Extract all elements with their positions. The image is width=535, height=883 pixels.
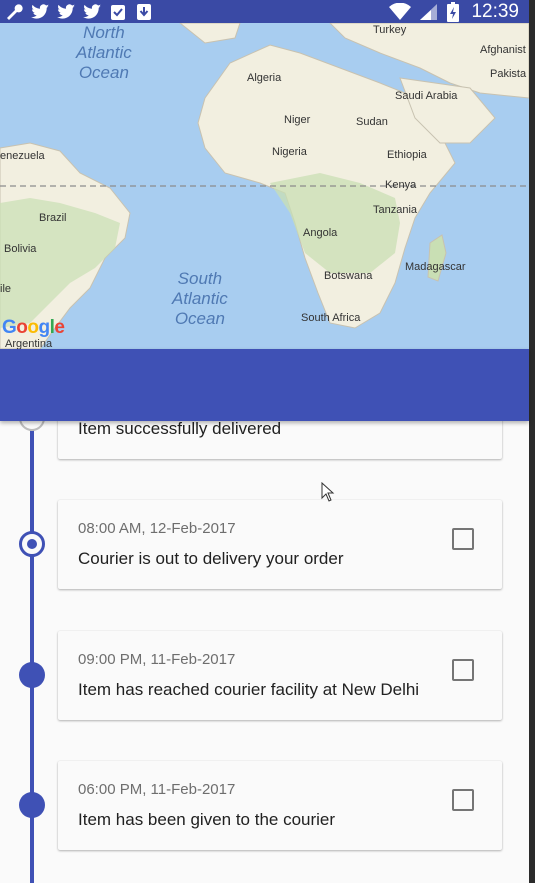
country-label: Turkey [373,24,407,36]
country-label: Tanzania [373,204,418,216]
twitter-icon [83,3,101,19]
timeline-message: Item successfully delivered [78,421,282,438]
timeline-card[interactable]: 08:00 AM, 12-Feb-2017 Courier is out to … [58,500,502,589]
signal-icon [420,3,438,20]
timeline-time: 08:00 AM, 12-Feb-2017 [78,520,236,537]
country-label: enezuela [0,150,45,162]
timeline-message: Item has reached courier facility at New… [78,680,420,699]
country-label: Botswana [324,270,373,282]
country-label: Nigeria [272,146,307,158]
timeline-message: Courier is out to delivery your order [78,549,344,568]
country-label: Ethiopia [387,149,427,161]
screen-edge [529,0,535,883]
timeline-checkbox[interactable] [452,659,474,681]
timeline-marker-completed [19,662,45,688]
timeline-card[interactable]: Item successfully delivered [58,421,502,459]
country-label: Madagascar [405,261,466,273]
wrench-icon [7,3,23,20]
timeline-marker-completed [19,792,45,818]
country-label: Saudi Arabia [395,90,458,102]
wifi-icon [389,2,412,20]
timeline-time: 06:00 PM, 11-Feb-2017 [78,781,236,798]
clock: 12:39 [471,1,519,22]
country-label: Angola [303,227,338,239]
timeline-marker-current [19,531,45,557]
timeline-marker-done [19,421,45,431]
timeline-card[interactable]: 06:00 PM, 11-Feb-2017 Item has been give… [58,761,502,850]
country-label: Algeria [247,72,282,84]
country-label: Argentina [5,338,53,349]
country-label: Sudan [356,116,388,128]
country-label: Pakista [490,68,527,80]
timeline-message: Item has been given to the courier [78,810,336,829]
mouse-cursor-icon [321,482,335,502]
timeline-checkbox[interactable] [452,789,474,811]
twitter-icon [31,3,49,19]
status-bar: 12:39 [0,0,529,23]
map-view[interactable]: North Atlantic Ocean South Atlantic Ocea… [0,23,529,349]
timeline-checkbox[interactable] [452,528,474,550]
app-bar [0,349,529,421]
ocean-label-south-atlantic: South Atlantic Ocean [172,269,228,328]
twitter-icon [57,3,75,19]
country-label: South Africa [301,312,361,324]
country-label: ile [0,283,12,295]
country-label: Niger [284,114,311,126]
country-label: Afghanist [480,44,526,56]
tracking-timeline[interactable]: Item successfully delivered 08:00 AM, 12… [0,421,529,883]
download-icon [137,3,151,20]
battery-icon [447,1,460,22]
country-label: Brazil [39,212,67,224]
timeline-card[interactable]: 09:00 PM, 11-Feb-2017 Item has reached c… [58,631,502,720]
clipboard-check-icon [111,4,125,20]
country-label: Kenya [385,179,417,191]
notification-icons [4,0,154,23]
ocean-label-north-atlantic: North Atlantic Ocean [76,23,132,82]
google-logo[interactable]: Google [2,317,65,339]
country-label: Bolivia [4,243,37,255]
system-icons: 12:39 [389,0,519,23]
timeline-time: 09:00 PM, 11-Feb-2017 [78,651,236,668]
